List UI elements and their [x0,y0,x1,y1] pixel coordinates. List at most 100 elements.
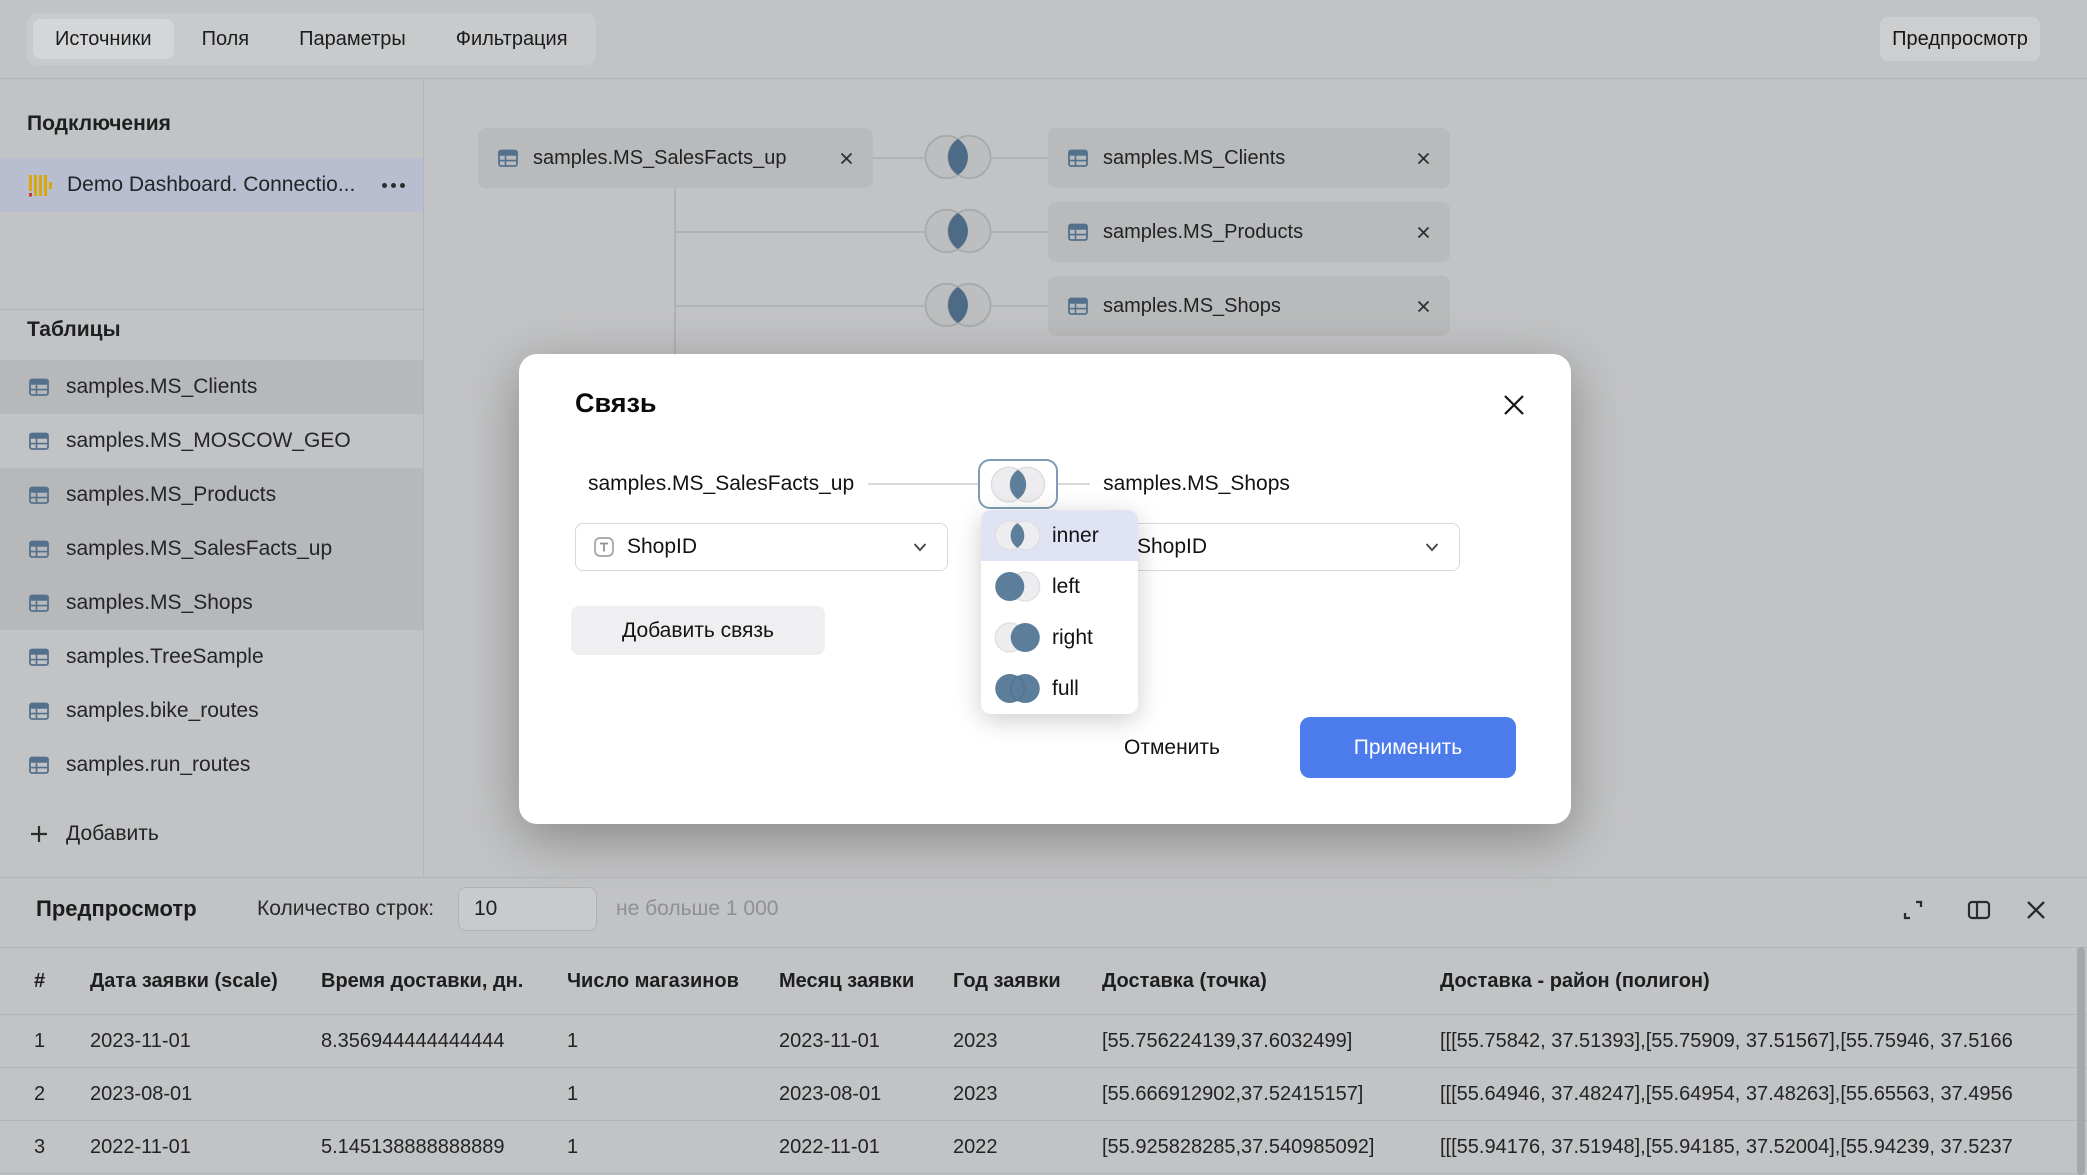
table-icon [1066,146,1090,170]
preview-header-row: #Дата заявки (scale)Время доставки, дн.Ч… [0,947,2087,1015]
cell: 2023 [953,1030,1102,1053]
diagram-node-label: samples.MS_Shops [1103,295,1402,318]
relation-right-table: samples.MS_Shops [1103,472,1290,496]
tab-sources[interactable]: Источники [33,19,174,59]
sidebar-table-item[interactable]: samples.MS_Clients [0,360,423,414]
diagram-node-label: samples.MS_SalesFacts_up [533,147,825,170]
table-icon [27,375,51,399]
left-field-value: ShopID [627,535,898,559]
join-option-left[interactable]: left [981,561,1138,612]
clickhouse-connection-icon [27,172,53,198]
remove-table-icon[interactable] [1415,224,1432,241]
full-join-icon [994,673,1041,704]
diagram-node-ms_products[interactable]: samples.MS_Products [1048,202,1450,262]
sidebar-table-label: samples.MS_SalesFacts_up [66,537,332,561]
relation-line [868,483,978,485]
add-table-button[interactable]: Добавить [0,808,423,860]
remove-table-icon[interactable] [838,150,855,167]
add-relation-button[interactable]: Добавить связь [571,606,825,655]
inner-join-icon[interactable] [924,282,992,328]
remove-table-icon[interactable] [1415,298,1432,315]
cell: 2023 [953,1083,1102,1106]
expand-preview-icon[interactable] [1897,894,1929,926]
column-header: Дата заявки (scale) [90,970,321,993]
join-type-button[interactable] [978,459,1058,509]
connection-item[interactable]: Demo Dashboard. Connectio... [0,158,423,212]
sidebar-table-item[interactable]: samples.bike_routes [0,684,423,738]
diagram-node-salesfacts[interactable]: samples.MS_SalesFacts_up [478,128,873,188]
join-option-inner[interactable]: inner [981,510,1138,561]
cell: [55.925828285,37.540985092] [1102,1136,1440,1159]
column-header: Год заявки [953,970,1102,993]
left-field-select[interactable]: ShopID [575,523,948,571]
dialog-close-icon[interactable] [1499,390,1529,420]
column-header: Доставка - район (полигон) [1440,970,2087,993]
chevron-down-icon [909,536,931,558]
cell: 5.145138888888889 [321,1136,567,1159]
diagram-node-label: samples.MS_Clients [1103,147,1402,170]
sidebar-section-divider [0,309,423,310]
cell: 2023-11-01 [779,1030,953,1053]
diagram-node-label: samples.MS_Products [1103,221,1402,244]
right-field-select[interactable]: ShopID [1085,523,1460,571]
preview-data-row: 12023-11-018.35694444444444412023-11-012… [0,1015,2087,1068]
tab-parameters[interactable]: Параметры [277,19,428,59]
sidebar-table-item[interactable]: samples.TreeSample [0,630,423,684]
dataset-editor-window: Источники Поля Параметры Фильтрация Пред… [0,0,2087,1175]
tables-list: samples.MS_Clients samples.MS_MOSCOW_GEO… [0,360,423,792]
column-header: Время доставки, дн. [321,970,567,993]
preview-toggle-button[interactable]: Предпросмотр [1880,17,2040,61]
column-header: Доставка (точка) [1102,970,1440,993]
cancel-button[interactable]: Отменить [1104,730,1240,766]
inner-join-icon[interactable] [924,134,992,180]
join-option-label: right [1052,626,1093,650]
sidebar-table-label: samples.MS_Shops [66,591,253,615]
join-option-full[interactable]: full [981,663,1138,714]
join-type-dropdown: innerleft right full [981,510,1138,714]
diagram-node-ms_clients[interactable]: samples.MS_Clients [1048,128,1450,188]
cell: 1 [0,1030,90,1053]
preview-scrollbar[interactable] [2077,947,2085,1175]
cell: 1 [567,1083,779,1106]
cell: 2022 [953,1136,1102,1159]
preview-data-row: 32022-11-015.14513888888888912022-11-012… [0,1121,2087,1174]
column-header: Число магазинов [567,970,779,993]
apply-button[interactable]: Применить [1300,717,1516,778]
close-preview-icon[interactable] [2020,894,2052,926]
row-count-label: Количество строк: [257,897,434,921]
sidebar-table-label: samples.MS_Clients [66,375,257,399]
cell: 2022-11-01 [779,1136,953,1159]
sidebar-table-item[interactable]: samples.MS_Products [0,468,423,522]
diagram-node-ms_shops[interactable]: samples.MS_Shops [1048,276,1450,336]
table-icon [27,591,51,615]
cell: 2022-11-01 [90,1136,321,1159]
preview-data-row: 22023-08-0112023-08-012023[55.666912902,… [0,1068,2087,1121]
inner-join-icon[interactable] [924,208,992,254]
right-join-icon [994,622,1041,653]
sidebar-table-item[interactable]: samples.MS_Shops [0,576,423,630]
sidebar-table-item[interactable]: samples.MS_MOSCOW_GEO [0,414,423,468]
tab-filtering[interactable]: Фильтрация [434,19,590,59]
sidebar-table-item[interactable]: samples.MS_SalesFacts_up [0,522,423,576]
table-icon [27,483,51,507]
dialog-title: Связь [575,388,657,419]
split-panel-icon[interactable] [1963,894,1995,926]
connection-menu-icon[interactable] [382,183,405,188]
row-count-input[interactable]: 10 [458,887,597,931]
column-header: Месяц заявки [779,970,953,993]
chevron-down-icon [1421,536,1443,558]
table-icon [27,537,51,561]
preview-table: #Дата заявки (scale)Время доставки, дн.Ч… [0,947,2087,1174]
sidebar-table-label: samples.TreeSample [66,645,264,669]
cell: [[[55.94176, 37.51948],[55.94185, 37.520… [1440,1136,2087,1159]
relation-left-table: samples.MS_SalesFacts_up [588,472,854,496]
sidebar-table-item[interactable]: samples.run_routes [0,738,423,792]
preview-title: Предпросмотр [36,896,197,922]
remove-table-icon[interactable] [1415,150,1432,167]
tab-fields[interactable]: Поля [180,19,272,59]
table-icon [27,429,51,453]
join-option-label: full [1052,677,1079,701]
connection-name: Demo Dashboard. Connectio... [67,173,368,197]
join-option-right[interactable]: right [981,612,1138,663]
table-icon [496,146,520,170]
